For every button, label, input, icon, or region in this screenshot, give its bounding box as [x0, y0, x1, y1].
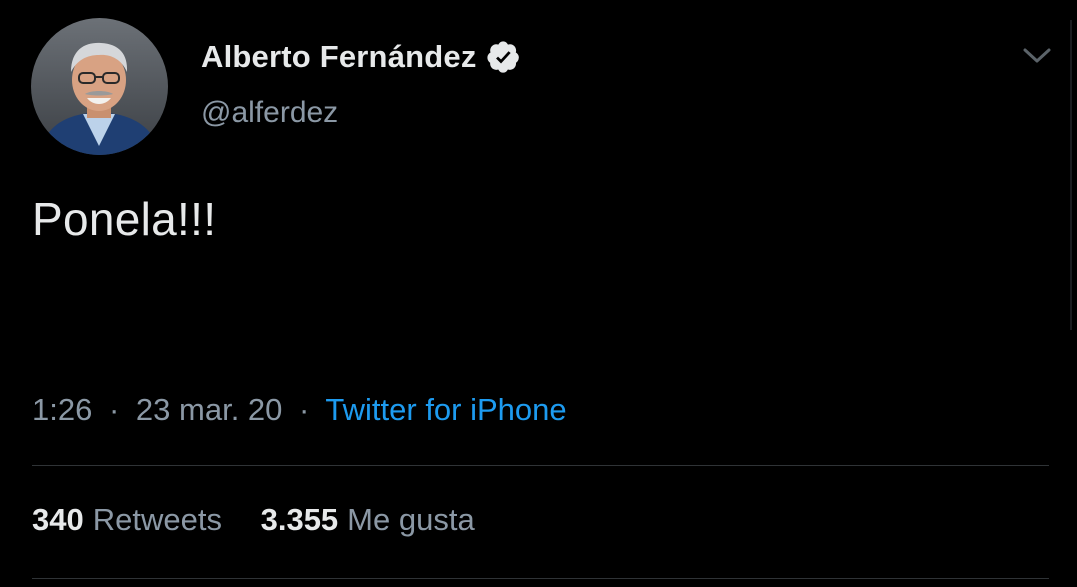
- chevron-down-icon[interactable]: [1020, 40, 1054, 70]
- verified-badge-icon: [486, 40, 521, 74]
- display-name[interactable]: Alberto Fernández: [201, 39, 477, 75]
- display-name-row: Alberto Fernández: [201, 36, 521, 78]
- likes-stat[interactable]: 3.355 Me gusta: [261, 502, 475, 537]
- avatar-photo: [31, 18, 168, 155]
- avatar[interactable]: [31, 18, 168, 155]
- tweet-stats: 340 Retweets 3.355 Me gusta: [32, 502, 475, 538]
- retweets-count: 340: [32, 502, 84, 537]
- edge-divider: [1070, 20, 1072, 330]
- tweet-date[interactable]: 23 mar. 20: [136, 392, 282, 427]
- tweet-source-link[interactable]: Twitter for iPhone: [325, 392, 566, 427]
- divider: [32, 578, 1049, 579]
- likes-label: Me gusta: [347, 502, 475, 537]
- author-block: Alberto Fernández @alferdez: [201, 36, 521, 130]
- tweet-text: Ponela!!!: [32, 193, 217, 245]
- tweet-meta: 1:26 · 23 mar. 20 · Twitter for iPhone: [32, 392, 567, 428]
- divider: [32, 465, 1049, 466]
- author-handle[interactable]: @alferdez: [201, 96, 521, 130]
- likes-count: 3.355: [260, 502, 339, 537]
- tweet-detail: Alberto Fernández @alferdez Ponela!!! 1:…: [0, 0, 1077, 587]
- retweets-stat[interactable]: 340 Retweets: [32, 502, 231, 537]
- retweets-label: Retweets: [92, 502, 222, 537]
- meta-separator: ·: [299, 392, 310, 427]
- tweet-time[interactable]: 1:26: [32, 392, 92, 427]
- meta-separator: ·: [108, 392, 120, 427]
